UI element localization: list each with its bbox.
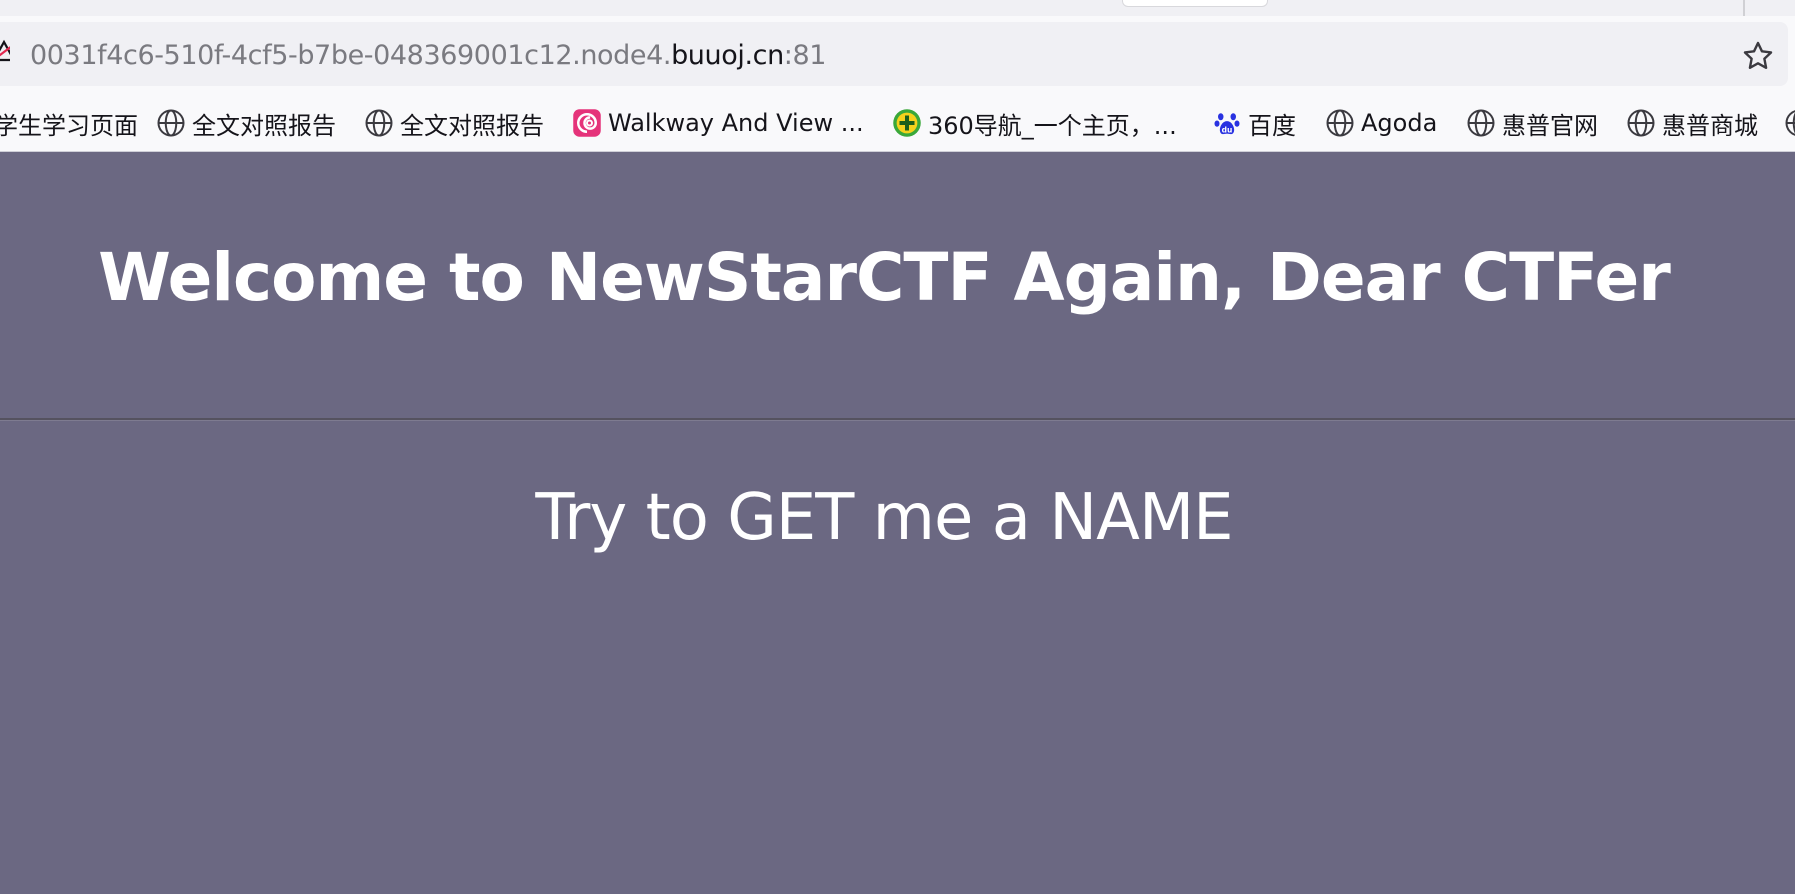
web-page-content: Welcome to NewStarCTF Again, Dear CTFer … (0, 152, 1795, 894)
bookmark-item[interactable]: 全文对照报告 (156, 102, 336, 144)
bookmarks-toolbar: 学生学习页面 全文对照报告 全文对照报告 Walkway And View ..… (0, 102, 1795, 144)
swirl-logo-icon (572, 108, 602, 138)
bookmark-item[interactable]: 惠普商城 (1626, 102, 1758, 144)
url-host: buuoj.cn (671, 40, 784, 71)
bookmark-label: 全文对照报告 (400, 111, 544, 140)
active-tab[interactable] (1122, 0, 1268, 7)
globe-icon (1466, 108, 1496, 138)
url-port: :81 (783, 40, 827, 71)
tab-strip (0, 0, 1795, 16)
bookmark-item[interactable]: 学生学习页面 (0, 102, 138, 144)
svg-text:du: du (1222, 125, 1233, 134)
url-text[interactable]: 0031f4c6-510f-4cf5-b7be-048369001c12.nod… (30, 36, 826, 76)
360-logo-icon (892, 108, 922, 138)
tab-divider (1743, 0, 1745, 16)
bookmark-label: 360导航_一个主页，... (928, 111, 1177, 140)
horizontal-rule (0, 418, 1795, 421)
page-subtitle: Try to GET me a NAME (535, 481, 1233, 555)
bookmark-label: 百度 (1248, 111, 1296, 140)
bookmark-item-overflow[interactable] (1784, 102, 1795, 144)
bookmark-item[interactable]: Walkway And View ... (572, 102, 864, 144)
globe-icon (1325, 108, 1355, 138)
bookmark-label: Walkway And View ... (608, 109, 864, 137)
bookmark-label: 惠普商城 (1662, 111, 1758, 140)
globe-icon (156, 108, 186, 138)
page-title: Welcome to NewStarCTF Again, Dear CTFer (98, 239, 1671, 316)
bookmark-item[interactable]: 360导航_一个主页，... (892, 102, 1177, 144)
baidu-paw-icon: du (1212, 108, 1242, 138)
bookmark-label: 惠普官网 (1502, 111, 1598, 140)
bookmark-item[interactable]: 惠普官网 (1466, 102, 1598, 144)
globe-icon (1626, 108, 1656, 138)
url-prefix: 0031f4c6-510f-4cf5-b7be-048369001c12.nod… (30, 40, 672, 71)
bookmark-label: Agoda (1361, 109, 1438, 137)
globe-icon (364, 108, 394, 138)
bookmark-star-button[interactable] (1738, 36, 1778, 76)
globe-icon (1784, 108, 1795, 138)
bookmark-label: 全文对照报告 (192, 111, 336, 140)
bookmark-item[interactable]: du 百度 (1212, 102, 1296, 144)
site-info-icon[interactable] (0, 38, 10, 64)
star-icon (1743, 41, 1773, 69)
browser-chrome: 0031f4c6-510f-4cf5-b7be-048369001c12.nod… (0, 0, 1795, 152)
bookmark-item[interactable]: Agoda (1325, 102, 1437, 144)
bookmark-label: 学生学习页面 (0, 111, 138, 140)
bookmark-item[interactable]: 全文对照报告 (364, 102, 544, 144)
